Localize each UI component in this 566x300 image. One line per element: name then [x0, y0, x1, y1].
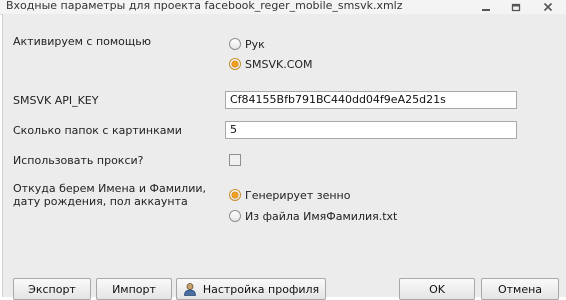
restore-icon[interactable] [502, 0, 530, 13]
close-icon[interactable] [534, 0, 562, 13]
ok-button-label: OK [429, 282, 445, 296]
title-bar: Входные параметры для проекта facebook_r… [0, 0, 566, 15]
user-profile-icon [183, 282, 197, 296]
radio-smsvk[interactable] [229, 58, 241, 70]
radio-manual[interactable] [229, 38, 241, 50]
import-button-label: Импорт [112, 282, 156, 296]
radio-generate[interactable] [229, 189, 241, 201]
export-button-label: Экспорт [28, 282, 76, 296]
radio-smsvk-label[interactable]: SMSVK.COM [245, 58, 313, 71]
radio-from-file[interactable] [229, 210, 241, 222]
activate-label: Активируем с помощью [13, 35, 152, 48]
folders-input[interactable]: 5 [225, 121, 517, 139]
radio-from-file-label[interactable]: Из файла ИмяФамилия.txt [245, 210, 397, 223]
window-title: Входные параметры для проекта facebook_r… [6, 0, 403, 12]
minimize-icon[interactable] [472, 0, 500, 13]
profile-settings-label: Настройка профиля [202, 282, 320, 296]
cancel-button-label: Отмена [497, 282, 543, 296]
folders-label: Сколько папок с картинками [13, 124, 182, 137]
dialog-body: Активируем с помощью Рук SMSVK.COM SMSVK… [2, 14, 566, 300]
proxy-checkbox[interactable] [229, 154, 241, 166]
radio-manual-label[interactable]: Рук [245, 38, 265, 51]
radio-generate-label[interactable]: Генерирует зенно [245, 189, 350, 202]
api-key-label: SMSVK API_KEY [13, 94, 99, 107]
proxy-label: Использовать прокси? [13, 154, 144, 167]
names-label-line1: Откуда берем Имена и Фамилии, [13, 182, 207, 195]
api-key-input[interactable]: Cf84155Bfb791BC440dd04f9eA25d21s [225, 91, 517, 109]
names-label-line2: дату рождения, пол аккаунта [13, 195, 188, 208]
